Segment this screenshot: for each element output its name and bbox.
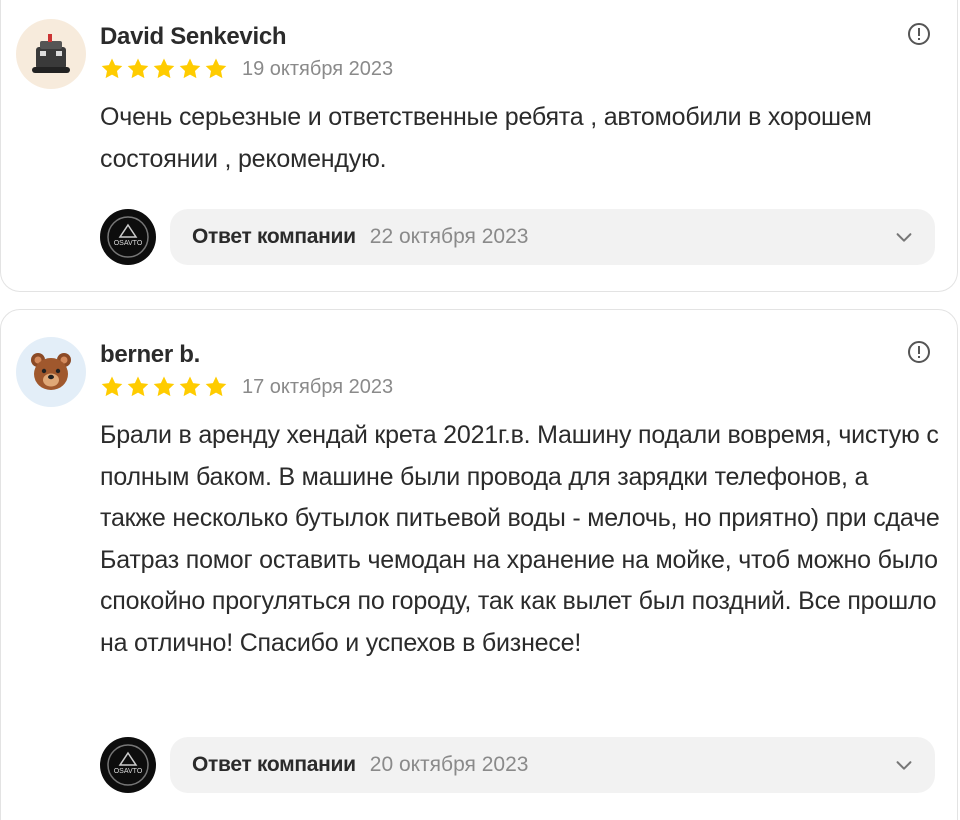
review-text: Брали в аренду хендай крета 2021г.в. Маш… [100, 421, 940, 657]
company-logo-text: OSAVTO [114, 768, 143, 775]
reply-date: 20 октября 2023 [369, 753, 529, 776]
review-author[interactable]: David Senkevich [100, 23, 287, 51]
review-author[interactable]: berner b. [100, 341, 200, 369]
star-icon [153, 58, 175, 79]
chevron-down-icon [896, 761, 912, 770]
star-icon [205, 58, 227, 79]
bear-avatar-icon [31, 353, 71, 390]
rating-stars [100, 57, 228, 81]
company-reply-toggle[interactable]: Ответ компании 22 октября 2023 [170, 209, 935, 265]
rating-stars [100, 375, 228, 399]
review-text: Очень серьезные и ответственные ребята ,… [100, 103, 872, 173]
star-icon [127, 58, 149, 79]
robot-avatar-icon [32, 34, 70, 73]
star-icon [205, 376, 227, 397]
company-logo-icon: OSAVTO [107, 216, 149, 258]
company-reply-toggle[interactable]: Ответ компании 20 октября 2023 [170, 737, 935, 793]
star-icon [153, 376, 175, 397]
rating-row: 17 октября 2023 [100, 374, 393, 400]
company-logo[interactable]: OSAVTO [100, 209, 156, 265]
reply-label: Ответ компании [192, 225, 356, 248]
company-logo-text: OSAVTO [114, 240, 143, 247]
star-icon [179, 376, 201, 397]
rating-row: 19 октября 2023 [100, 56, 393, 82]
user-avatar[interactable] [16, 337, 86, 407]
info-icon[interactable] [907, 340, 931, 364]
star-icon [101, 376, 123, 397]
chevron-down-icon [896, 233, 912, 242]
star-icon [101, 58, 123, 79]
reviews-feed: David Senkevich 19 октября 2023 Очень се… [0, 0, 960, 820]
star-icon [127, 376, 149, 397]
reply-label: Ответ компании [192, 753, 356, 776]
review-date: 17 октября 2023 [242, 375, 394, 398]
company-logo-icon: OSAVTO [107, 744, 149, 786]
info-icon[interactable] [907, 22, 931, 46]
review-date: 19 октября 2023 [242, 57, 394, 80]
star-icon [179, 58, 201, 79]
review-card: David Senkevich 19 октября 2023 Очень се… [0, 0, 958, 292]
user-avatar[interactable] [16, 19, 86, 89]
company-logo[interactable]: OSAVTO [100, 737, 156, 793]
review-card: berner b. 17 октября 2023 Брали в аренду… [0, 309, 958, 820]
reply-date: 22 октября 2023 [369, 225, 529, 248]
